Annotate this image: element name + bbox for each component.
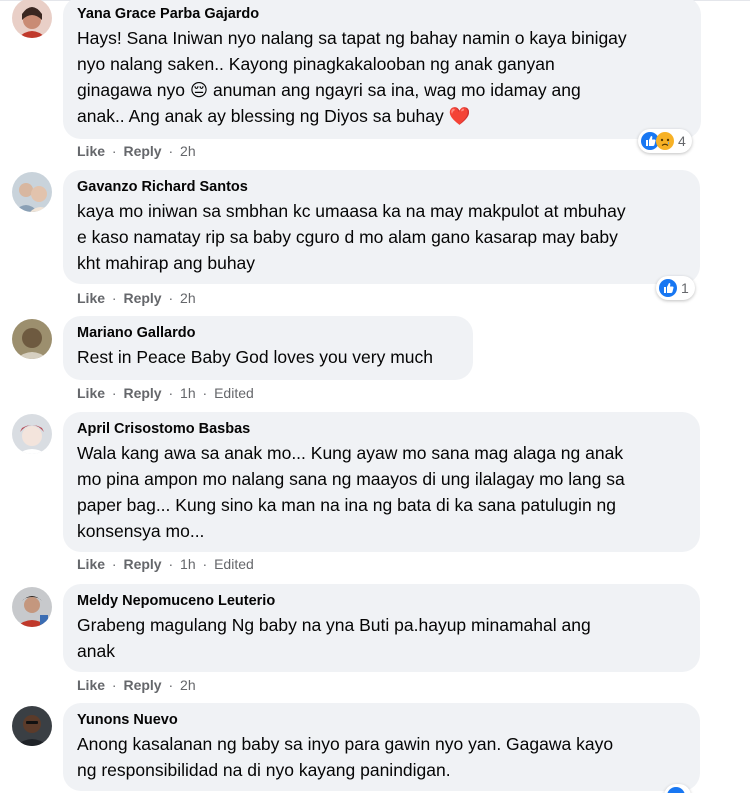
separator: ·	[202, 385, 208, 401]
comment-text: Rest in Peace Baby God loves you very mu…	[77, 347, 434, 367]
comment-bubble: Yunons Nuevo Anong kasalanan ng baby sa …	[63, 703, 700, 791]
comment-actions: Like · Reply · 2h	[77, 142, 196, 160]
comment-author[interactable]: April Crisostomo Basbas	[77, 420, 686, 438]
like-reaction-icon	[667, 787, 685, 793]
comment-bubble: Mariano Gallardo Rest in Peace Baby God …	[63, 316, 473, 380]
avatar[interactable]	[12, 587, 52, 627]
reply-button[interactable]: Reply	[123, 385, 161, 401]
comment-text: Hays! Sana Iniwan nyo nalang sa tapat ng…	[77, 28, 627, 126]
comment-author[interactable]: Yunons Nuevo	[77, 711, 686, 729]
like-button[interactable]: Like	[77, 556, 105, 572]
reaction-count: 1	[681, 280, 689, 296]
comment-bubble: Gavanzo Richard Santos kaya mo iniwan sa…	[63, 170, 700, 284]
like-button[interactable]: Like	[77, 290, 105, 306]
comment-text: kaya mo iniwan sa smbhan kc umaasa ka na…	[77, 201, 626, 273]
avatar[interactable]	[12, 414, 52, 454]
comment-author[interactable]: Meldy Nepomuceno Leuterio	[77, 592, 686, 610]
comment-actions: Like · Reply · 1h · Edited	[77, 384, 254, 402]
timestamp[interactable]: 1h	[180, 556, 196, 572]
like-button[interactable]: Like	[77, 677, 105, 693]
like-button[interactable]: Like	[77, 143, 105, 159]
separator: ·	[111, 385, 117, 401]
avatar[interactable]	[12, 319, 52, 359]
comment-actions: Like · Reply · 1h · Edited	[77, 555, 254, 573]
separator: ·	[111, 290, 117, 306]
edited-label: Edited	[214, 556, 254, 572]
reaction-summary[interactable]: 4	[638, 129, 692, 153]
separator: ·	[168, 143, 174, 159]
separator: ·	[111, 143, 117, 159]
separator: ·	[168, 556, 174, 572]
comment-author[interactable]: Mariano Gallardo	[77, 324, 459, 342]
timestamp[interactable]: 2h	[180, 677, 196, 693]
comment-bubble: April Crisostomo Basbas Wala kang awa sa…	[63, 412, 700, 552]
separator: ·	[111, 677, 117, 693]
like-button[interactable]: Like	[77, 385, 105, 401]
separator: ·	[202, 556, 208, 572]
comment-actions: Like · Reply · 2h	[77, 676, 196, 694]
separator: ·	[111, 556, 117, 572]
timestamp[interactable]: 1h	[180, 385, 196, 401]
avatar[interactable]	[12, 0, 52, 38]
reply-button[interactable]: Reply	[123, 143, 161, 159]
comment-author[interactable]: Gavanzo Richard Santos	[77, 178, 686, 196]
comment-text: Wala kang awa sa anak mo... Kung ayaw mo…	[77, 443, 625, 541]
comment-author[interactable]: Yana Grace Parba Gajardo	[77, 5, 687, 23]
reaction-summary[interactable]: 1	[656, 276, 695, 300]
comment-text: Grabeng magulang Ng baby na yna Buti pa.…	[77, 615, 591, 661]
reply-button[interactable]: Reply	[123, 556, 161, 572]
sad-reaction-icon	[656, 132, 674, 150]
separator: ·	[168, 677, 174, 693]
separator: ·	[168, 290, 174, 306]
avatar[interactable]	[12, 706, 52, 746]
separator: ·	[168, 385, 174, 401]
comment-text: Anong kasalanan ng baby sa inyo para gaw…	[77, 734, 614, 780]
timestamp[interactable]: 2h	[180, 143, 196, 159]
like-reaction-icon	[659, 279, 677, 297]
comment-actions: Like · Reply · 2h	[77, 289, 196, 307]
timestamp[interactable]: 2h	[180, 290, 196, 306]
reaction-count: 4	[678, 133, 686, 149]
avatar[interactable]	[12, 172, 52, 212]
comment-bubble: Meldy Nepomuceno Leuterio Grabeng magula…	[63, 584, 700, 672]
reply-button[interactable]: Reply	[123, 677, 161, 693]
reply-button[interactable]: Reply	[123, 290, 161, 306]
comment-bubble: Yana Grace Parba Gajardo Hays! Sana Iniw…	[63, 0, 701, 139]
edited-label: Edited	[214, 385, 254, 401]
